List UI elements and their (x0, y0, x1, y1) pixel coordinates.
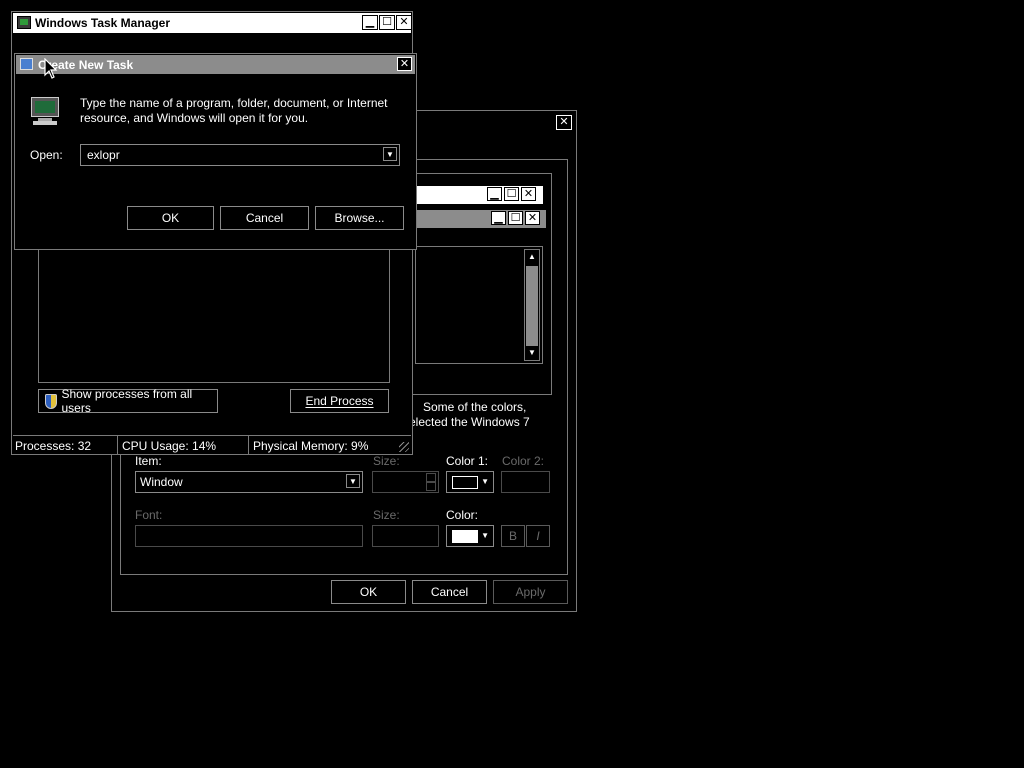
status-cpu-usage: CPU Usage: 14% (122, 439, 217, 453)
preview-active-window-titlebar: ▁ ☐ ✕ (415, 210, 546, 228)
resize-grip-icon[interactable] (399, 442, 409, 452)
preview2-maximize-icon: ☐ (508, 211, 523, 225)
browse-button[interactable]: Browse... (315, 206, 404, 230)
show-all-processes-button[interactable]: Show processes from all users (38, 387, 218, 415)
create-task-description-2: resource, and Windows will open it for y… (80, 111, 309, 125)
font-size-label: Size: (373, 508, 400, 522)
open-input-value[interactable]: exlopr (87, 148, 120, 162)
end-process-button[interactable]: End Process (290, 389, 389, 413)
spinner-down-icon (426, 482, 436, 491)
color1-label: Color 1: (446, 454, 489, 468)
font-color-picker[interactable]: ▼ (446, 525, 494, 547)
font-color-chevron-down-icon[interactable]: ▼ (481, 531, 489, 540)
preview2-close-icon: ✕ (525, 211, 540, 225)
show-all-processes-label: Show processes from all users (61, 387, 193, 415)
color1-picker[interactable]: ▼ (446, 471, 494, 493)
font-color-swatch (452, 530, 478, 543)
status-separator (248, 436, 249, 455)
status-physical-memory: Physical Memory: 9% (253, 439, 369, 453)
scroll-down-icon[interactable]: ▼ (525, 346, 539, 360)
appearance-close-button[interactable]: ✕ (556, 115, 572, 130)
computer-icon (29, 97, 61, 127)
task-manager-titlebar[interactable]: Windows Task Manager ▁ ☐ ✕ (13, 13, 412, 33)
preview-close-icon: ✕ (521, 187, 536, 201)
create-task-ok-button[interactable]: OK (127, 206, 214, 230)
preview-maximize-icon: ☐ (504, 187, 519, 201)
appearance-info-text-1: Some of the colors, (423, 400, 527, 414)
scroll-thumb[interactable] (526, 266, 538, 346)
appearance-info-text-2: elected the Windows 7 (409, 415, 530, 429)
item-dropdown[interactable]: Window ▼ (135, 471, 363, 493)
scroll-up-icon[interactable]: ▲ (525, 250, 539, 264)
appearance-apply-button: Apply (493, 580, 568, 604)
create-new-task-dialog: Create New Task ✕ Type the name of a pro… (14, 53, 417, 250)
item-label: Item: (135, 454, 162, 468)
font-label: Font: (135, 508, 163, 522)
color2-picker (501, 471, 550, 493)
create-task-titlebar[interactable]: Create New Task ✕ (16, 55, 415, 74)
mouse-cursor-icon (44, 58, 58, 79)
minimize-button[interactable]: ▁ (362, 15, 378, 30)
font-dropdown (135, 525, 363, 547)
status-separator (117, 436, 118, 455)
item-value: Window (140, 475, 183, 489)
open-chevron-down-icon[interactable]: ▼ (383, 147, 397, 161)
preview-inactive-window-titlebar: ▁ ☐ ✕ (415, 186, 543, 204)
color2-label: Color 2: (502, 454, 545, 468)
preview-scrollbar[interactable]: ▲ ▼ (524, 249, 540, 361)
font-size-dropdown (372, 525, 439, 547)
appearance-ok-button[interactable]: OK (331, 580, 406, 604)
create-task-description-1: Type the name of a program, folder, docu… (80, 96, 388, 110)
task-manager-app-icon (17, 16, 31, 29)
create-task-cancel-button[interactable]: Cancel (220, 206, 309, 230)
end-process-label: End Process (305, 394, 374, 408)
chevron-down-icon[interactable]: ▼ (346, 474, 360, 488)
appearance-cancel-button[interactable]: Cancel (412, 580, 487, 604)
close-button[interactable]: ✕ (396, 15, 412, 30)
create-task-close-button[interactable]: ✕ (397, 57, 412, 71)
shield-icon (45, 393, 58, 409)
maximize-button[interactable]: ☐ (379, 15, 395, 30)
preview2-minimize-icon: ▁ (491, 211, 506, 225)
preview-minimize-icon: ▁ (487, 187, 502, 201)
preview-window-body: ▲ ▼ (415, 246, 543, 364)
open-combobox[interactable]: exlopr ▼ (80, 144, 400, 166)
size-label: Size: (373, 454, 400, 468)
size-spinner (372, 471, 439, 493)
process-list[interactable] (38, 250, 390, 383)
bold-button: B (501, 525, 525, 547)
spinner-up-icon (426, 473, 436, 482)
status-processes: Processes: 32 (15, 439, 92, 453)
run-app-icon (20, 58, 33, 70)
font-color-label: Color: (446, 508, 479, 522)
color1-chevron-down-icon[interactable]: ▼ (481, 477, 489, 486)
open-label: Open: (30, 148, 63, 162)
status-bar: Processes: 32 CPU Usage: 14% Physical Me… (13, 435, 411, 455)
color1-swatch (452, 476, 478, 489)
task-manager-title: Windows Task Manager (35, 16, 171, 30)
italic-button: I (526, 525, 550, 547)
